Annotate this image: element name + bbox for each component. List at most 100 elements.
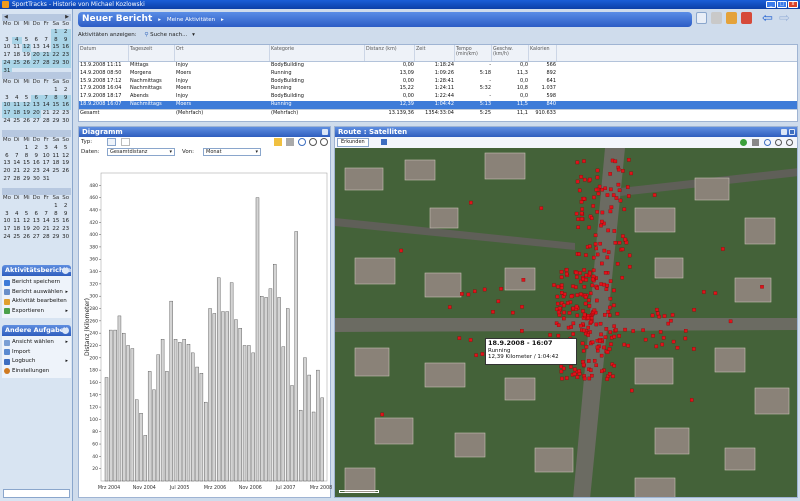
calendar-day[interactable]: 15	[22, 160, 32, 168]
calendar-day[interactable]: 29	[50, 59, 61, 68]
settings-item[interactable]: Einstellungen	[2, 367, 71, 377]
calendar-grid[interactable]: Mo Di Mi Do Fr Sa So 1 2 3 4 5 6 7 8 9 10 11 12 13 14 15 16 17 1…	[2, 79, 71, 126]
edit-activity-item[interactable]: Aktivität bearbeiten	[2, 297, 71, 307]
calendar-day[interactable]: 26	[61, 168, 71, 176]
calendar-day[interactable]: 28	[41, 234, 51, 242]
calendar-day[interactable]: 6	[31, 94, 42, 103]
athlete-icon[interactable]	[726, 12, 737, 24]
calendar-day[interactable]: 31	[41, 176, 51, 184]
calendar-day[interactable]: 28	[41, 59, 51, 68]
calendar-day[interactable]: 21	[41, 110, 51, 118]
col-calories[interactable]: Kalorien	[529, 45, 557, 61]
print-icon[interactable]	[752, 139, 759, 146]
calendar-day[interactable]: 2	[31, 145, 41, 153]
calendar-day[interactable]: 12	[61, 153, 71, 161]
calendar-day[interactable]: 7	[12, 153, 22, 161]
breadcrumb-activities[interactable]: Meine Aktivitäten	[167, 17, 215, 23]
calendar-day[interactable]: 16	[60, 102, 71, 111]
calendar-day[interactable]: 13	[2, 160, 12, 168]
calendar-day[interactable]: 25	[12, 234, 22, 242]
calendar-day[interactable]: 1	[50, 28, 61, 37]
refresh-icon[interactable]	[740, 139, 747, 146]
calendar-day[interactable]: 20	[2, 168, 12, 176]
table-row[interactable]: 15.9.2008 17:12 Nachmittags Injoy BodyBuild…	[79, 78, 797, 86]
breadcrumb-next-icon[interactable]: ▸	[221, 17, 224, 23]
calendar-day[interactable]: 14	[41, 102, 51, 111]
calendar-day[interactable]: 9	[31, 153, 41, 161]
calendar-day[interactable]: 20	[31, 52, 42, 60]
maximize-button[interactable]: □	[777, 1, 787, 8]
calendar-day[interactable]: 14	[41, 218, 51, 226]
calendar-day[interactable]: 21	[12, 168, 22, 176]
calendar-day[interactable]: 9	[61, 211, 71, 219]
calendar-day[interactable]: 14	[41, 44, 51, 52]
zoom-out-icon[interactable]	[320, 138, 328, 146]
col-speed[interactable]: Geschw. (km/h)	[492, 45, 529, 61]
calendar-day[interactable]: 17	[2, 110, 12, 118]
calendar-day[interactable]: 18	[51, 160, 61, 168]
calendar-day[interactable]: 8	[50, 36, 61, 45]
tasks-panel-header[interactable]: Andere Aufgaben ˄	[2, 325, 71, 336]
calendar-day[interactable]: 24	[2, 118, 12, 126]
calendar-day[interactable]: 15	[50, 102, 61, 111]
calendar-day[interactable]: 17	[2, 226, 12, 234]
report-title[interactable]: Neuer Bericht	[82, 14, 152, 24]
col-time-of-day[interactable]: Tageszeit	[129, 45, 175, 61]
calendar-day[interactable]: 14	[12, 160, 22, 168]
calendar-day[interactable]: 7	[41, 94, 51, 103]
calendar-day[interactable]: 25	[12, 118, 22, 126]
calendar-day[interactable]: 20	[31, 110, 42, 118]
close-button[interactable]: x	[788, 1, 798, 8]
calendar-day[interactable]: 4	[12, 211, 22, 219]
calendar-day[interactable]: 3	[41, 145, 51, 153]
calendar-day[interactable]: 16	[61, 218, 71, 226]
calendar-day[interactable]: 5	[61, 145, 71, 153]
calendar-day[interactable]: 23	[60, 52, 71, 60]
col-distance[interactable]: Distanz (km)	[365, 45, 415, 61]
calendar-day[interactable]: 5	[22, 37, 32, 45]
pan-icon[interactable]	[298, 138, 306, 146]
sidebar-search-input[interactable]	[3, 489, 70, 498]
calendar-day[interactable]: 27	[31, 59, 42, 68]
calendar-day[interactable]: 10	[2, 218, 12, 226]
export-item[interactable]: Exportieren ▸	[2, 307, 71, 317]
calendar-day[interactable]: 26	[22, 118, 32, 126]
col-time[interactable]: Zeit	[415, 45, 455, 61]
pan-icon[interactable]	[764, 139, 771, 146]
calendar-day[interactable]: 6	[31, 211, 41, 219]
calendar-day[interactable]: 28	[41, 118, 51, 126]
collapse-icon[interactable]: ˄	[62, 327, 69, 334]
table-row[interactable]: 18.9.2008 16:07 Nachmittags Moers Running 12…	[79, 100, 797, 109]
calendar-day[interactable]: 24	[41, 168, 51, 176]
dropdown-icon[interactable]: ▾	[192, 32, 195, 38]
calendar-day[interactable]: 5	[22, 211, 32, 219]
calendar-day[interactable]: 8	[51, 211, 61, 219]
next-month-icon[interactable]: ▶	[65, 14, 69, 21]
calendar-grid[interactable]: Mo Di Mi Do Fr Sa So 1 2 3 4 5 6 7 8 9 10 11 12 13 14 15 16 17 1…	[2, 137, 71, 184]
calendar-day[interactable]: 4	[11, 36, 22, 45]
calendar-day[interactable]: 29	[22, 176, 32, 184]
bar-chart-type-icon[interactable]	[107, 138, 116, 146]
calendar-day[interactable]: 26	[21, 59, 32, 68]
search-button[interactable]: Suche nach...	[150, 32, 187, 38]
calendar-day[interactable]: 22	[51, 226, 61, 234]
calendar-day[interactable]: 21	[41, 52, 51, 60]
calendar-day[interactable]: 1	[51, 87, 61, 95]
calendar-day[interactable]: 11	[12, 218, 22, 226]
table-row[interactable]: 17.9.2008 18:17 Abends Injoy BodyBuilding 0,…	[79, 93, 797, 101]
calendar-day[interactable]: 25	[11, 59, 22, 68]
calendar-day[interactable]: 7	[41, 37, 51, 45]
calendar-day[interactable]: 19	[21, 110, 32, 118]
table-row[interactable]: 13.9.2008 11:11 Mittags Injoy BodyBuilding 0…	[79, 62, 797, 70]
calendar-day[interactable]: 9	[60, 36, 71, 45]
calendar-day[interactable]: 4	[51, 145, 61, 153]
calendar-day[interactable]: 27	[2, 176, 12, 184]
calendar-day[interactable]: 10	[2, 44, 12, 52]
calendar-day[interactable]: 20	[31, 226, 41, 234]
calendar-day[interactable]: 8	[50, 94, 61, 103]
calendar-day[interactable]: 18	[12, 226, 22, 234]
calendar-day[interactable]: 27	[31, 234, 41, 242]
calendar-day[interactable]: 18	[12, 52, 22, 60]
col-pace[interactable]: Tempo (min/km)	[455, 45, 492, 61]
calendar-day[interactable]: 7	[41, 211, 51, 219]
